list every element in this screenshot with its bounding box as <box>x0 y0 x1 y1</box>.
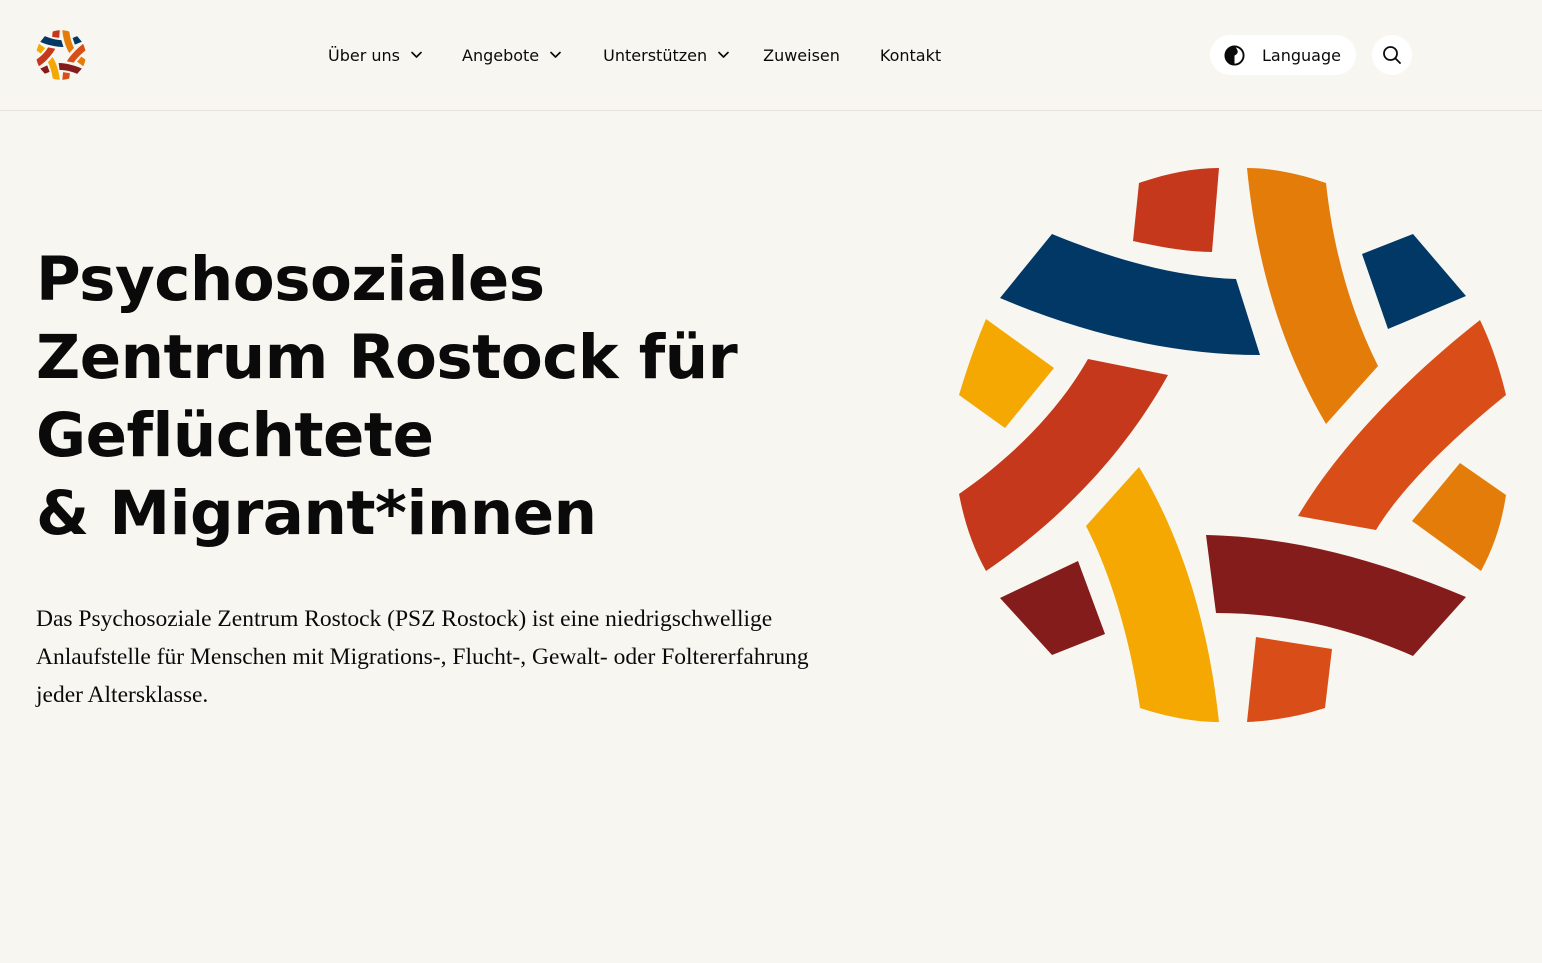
chevron-down-icon <box>550 51 561 58</box>
nav-item-label: Zuweisen <box>763 45 840 65</box>
chevron-down-icon <box>718 51 729 58</box>
title-line: Geflüchtete <box>36 400 434 471</box>
nav-item-unterstuetzen[interactable]: Unterstützen <box>603 46 729 65</box>
language-button[interactable]: Language <box>1210 35 1356 75</box>
language-label: Language <box>1262 45 1341 65</box>
psz-logo-icon[interactable] <box>36 30 86 80</box>
nav-item-zuweisen[interactable]: Zuweisen <box>763 46 840 65</box>
contrast-icon <box>1224 44 1245 66</box>
title-line: & Migrant*innen <box>36 478 597 549</box>
nav-item-kontakt[interactable]: Kontakt <box>880 46 941 65</box>
title-line: Zentrum Rostock für <box>36 322 738 393</box>
hero-description: Das Psychosoziale Zentrum Rostock (PSZ R… <box>36 606 809 708</box>
nav-item-angebote[interactable]: Angebote <box>462 46 561 65</box>
site-header: Über uns Angebote Unterstützen Zuweisen … <box>0 0 1542 111</box>
nav-item-label: Über uns <box>328 45 400 65</box>
title-line: Psychosoziales <box>36 244 545 315</box>
main-nav: Über uns Angebote Unterstützen Zuweisen … <box>328 42 941 68</box>
nav-item-label: Angebote <box>462 45 540 65</box>
nav-item-label: Kontakt <box>879 45 942 65</box>
chevron-down-icon <box>411 51 422 58</box>
psz-emblem-icon <box>959 168 1506 722</box>
page-title: Psychosoziales Zentrum Rostock für Geflü… <box>36 241 836 553</box>
nav-item-ueber-uns[interactable]: Über uns <box>328 46 422 65</box>
search-icon <box>1383 46 1401 64</box>
search-button[interactable] <box>1372 35 1412 75</box>
nav-item-label: Unterstützen <box>603 45 708 65</box>
